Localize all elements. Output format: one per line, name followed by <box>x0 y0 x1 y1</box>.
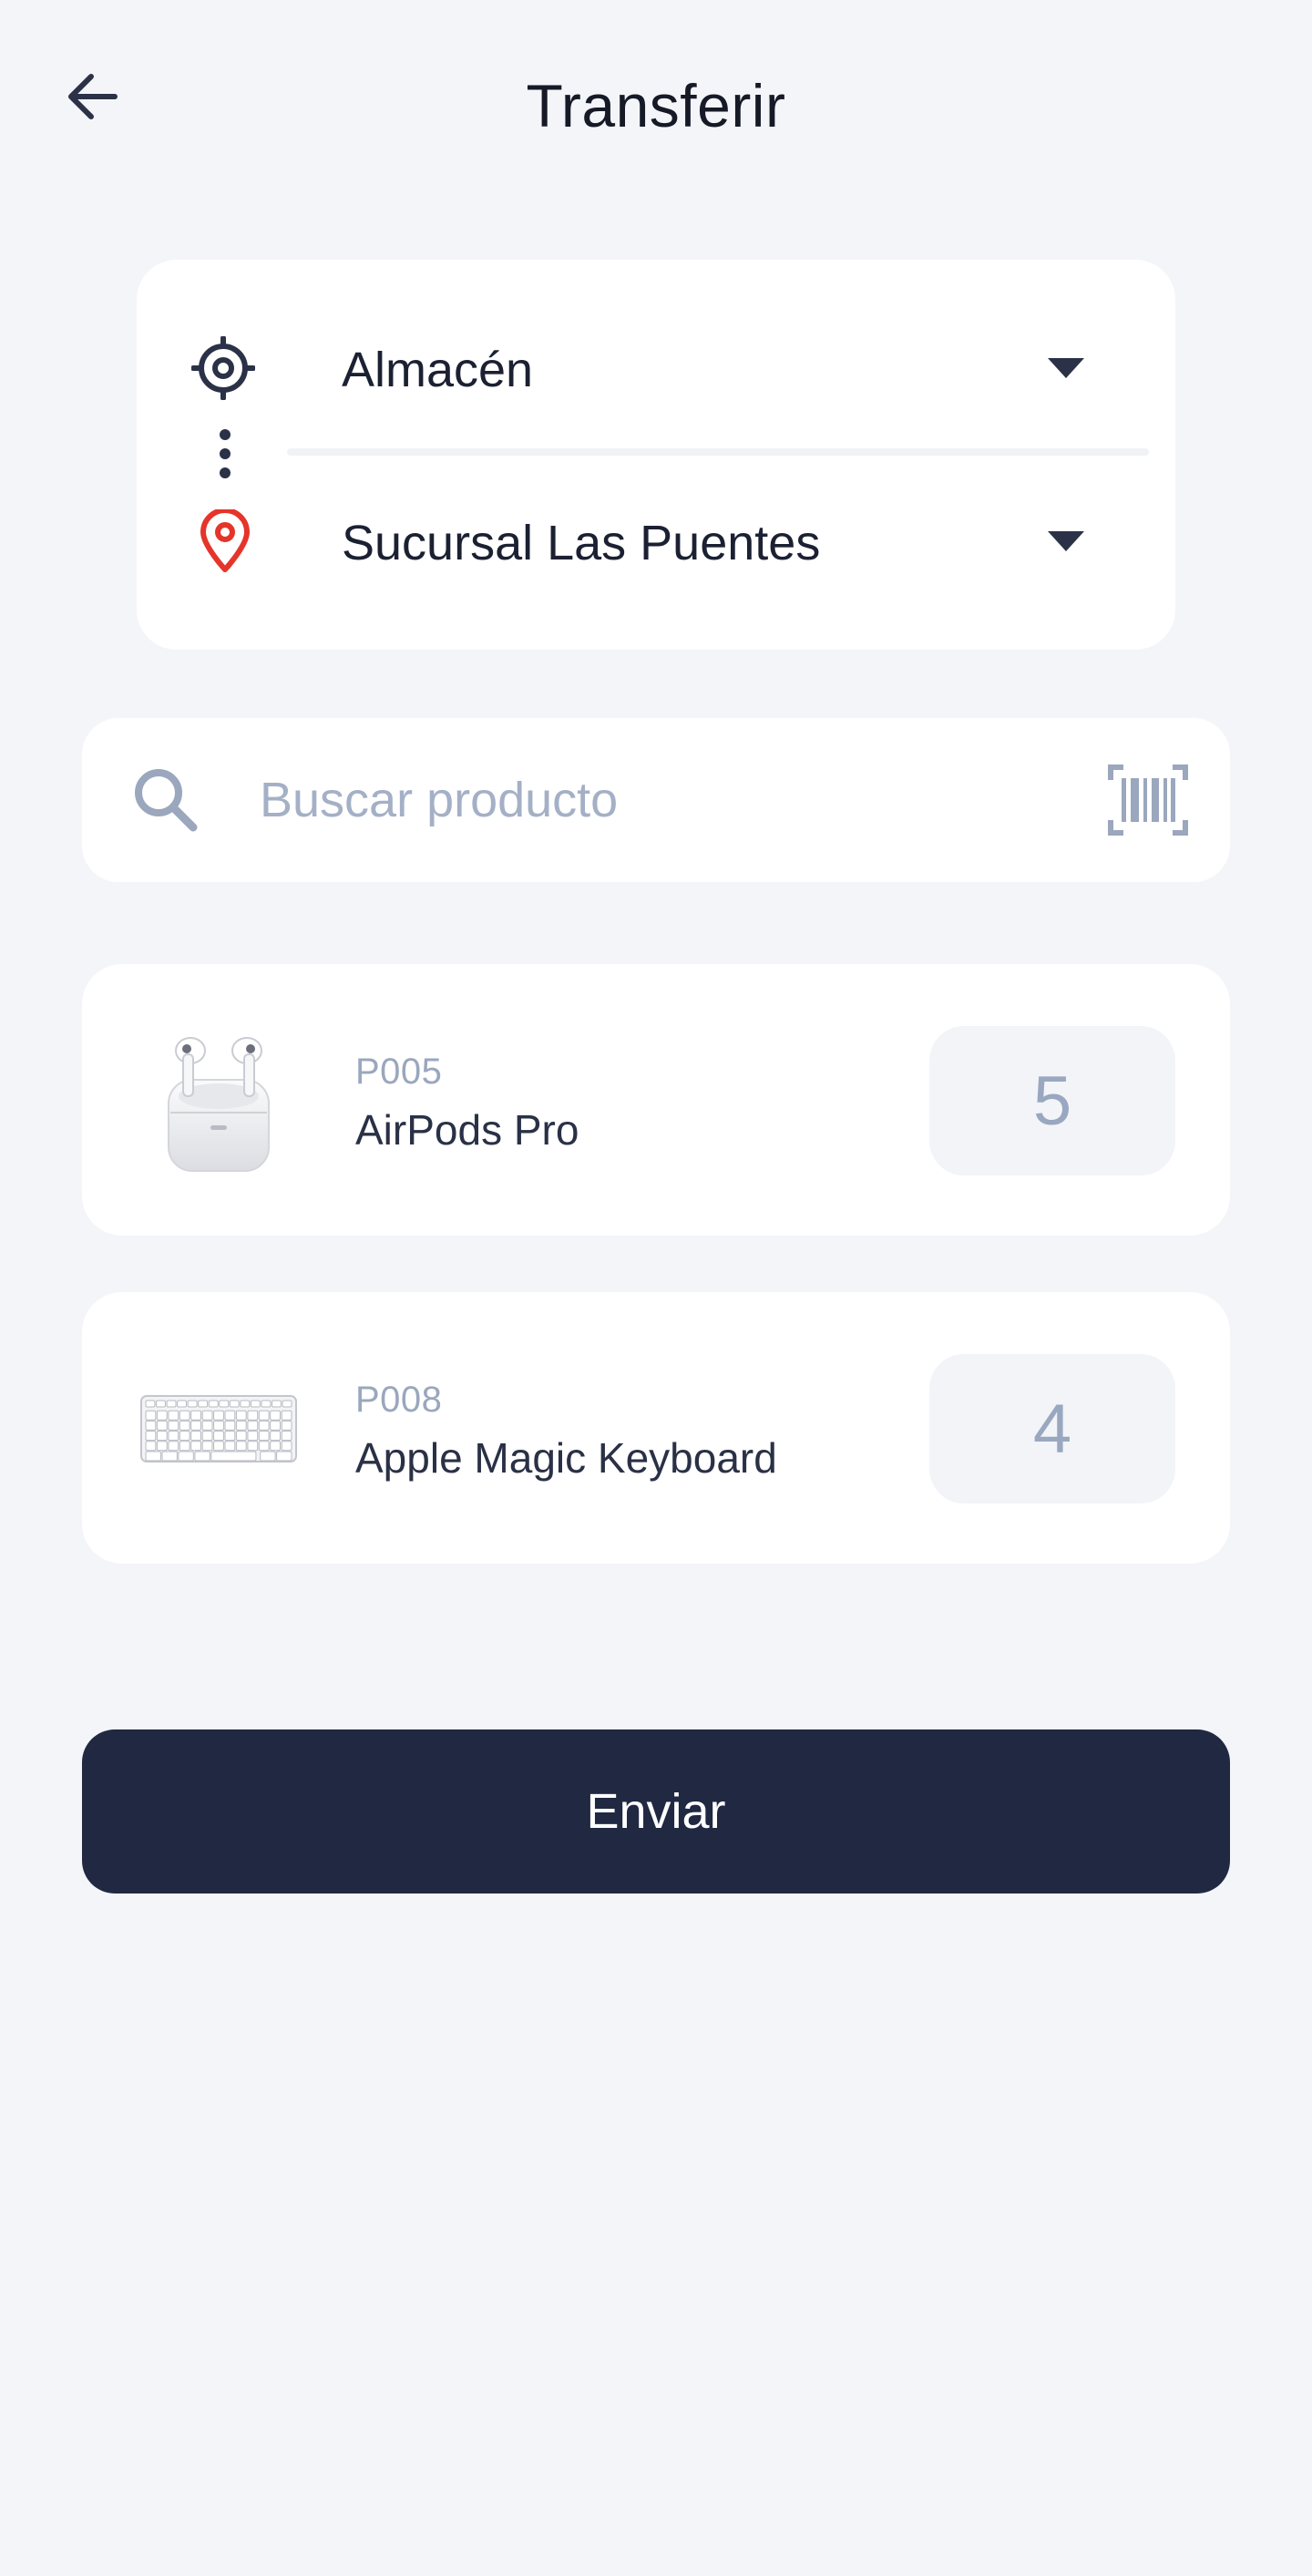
keyboard-key <box>190 1431 202 1442</box>
keyboard-key <box>270 1441 281 1452</box>
keyboard-key <box>201 1441 213 1452</box>
keyboard-key <box>166 1400 177 1408</box>
keyboard-key <box>201 1410 213 1421</box>
keyboard-key <box>156 1400 166 1408</box>
search-box <box>82 718 1230 882</box>
search-icon <box>135 769 198 832</box>
destination-selector[interactable]: Sucursal Las Puentes <box>137 473 1175 610</box>
keyboard-key <box>235 1441 247 1452</box>
keyboard-key <box>145 1420 157 1431</box>
keyboard-key <box>247 1410 259 1421</box>
keyboard-key <box>272 1400 282 1408</box>
keyboard-key <box>224 1410 236 1421</box>
keyboard-key <box>219 1400 230 1408</box>
product-code: P008 <box>355 1380 443 1420</box>
keyboard-key <box>235 1431 247 1442</box>
keyboard-key <box>156 1441 168 1452</box>
keyboard-key <box>247 1420 259 1431</box>
page-title: Transferir <box>526 72 786 139</box>
keyboard-key <box>190 1441 202 1452</box>
keyboard-key <box>224 1431 236 1442</box>
keyboard-key <box>250 1400 261 1408</box>
keyboard-key <box>229 1400 240 1408</box>
route-divider <box>287 448 1149 456</box>
keyboard-key <box>178 1451 194 1462</box>
location-pin-icon <box>193 509 257 573</box>
keyboard-key <box>145 1451 161 1462</box>
product-name: AirPods Pro <box>355 1106 579 1154</box>
keyboard-key <box>258 1431 270 1442</box>
keyboard-key <box>258 1420 270 1431</box>
keyboard-key <box>156 1410 168 1421</box>
keyboard-key <box>224 1420 236 1431</box>
keyboard-key <box>276 1451 292 1462</box>
keyboard-key <box>213 1431 224 1442</box>
keyboard-key <box>145 1410 157 1421</box>
airpods-pro-image <box>137 1019 301 1183</box>
keyboard-key <box>282 1400 292 1408</box>
keyboard-key <box>281 1431 292 1442</box>
keyboard-key <box>179 1431 190 1442</box>
keyboard-key <box>281 1410 292 1421</box>
keyboard-key <box>201 1431 213 1442</box>
keyboard-key <box>168 1420 179 1431</box>
keyboard-key <box>179 1410 190 1421</box>
keyboard-key <box>161 1451 178 1462</box>
keyboard-key <box>260 1451 276 1462</box>
keyboard-key <box>224 1441 236 1452</box>
keyboard-key <box>198 1400 209 1408</box>
destination-label: Sucursal Las Puentes <box>342 516 821 570</box>
keyboard-key <box>270 1410 281 1421</box>
keyboard-key <box>194 1451 210 1462</box>
keyboard-key <box>270 1420 281 1431</box>
keyboard-key <box>240 1400 251 1408</box>
keyboard-key <box>247 1441 259 1452</box>
barcode-scan-icon[interactable] <box>1107 764 1189 836</box>
keyboard-key <box>213 1441 224 1452</box>
keyboard-key <box>190 1420 202 1431</box>
keyboard-key <box>156 1431 168 1442</box>
keyboard-key <box>168 1431 179 1442</box>
keyboard-key <box>168 1410 179 1421</box>
keyboard-key <box>201 1420 213 1431</box>
product-code: P005 <box>355 1052 443 1092</box>
keyboard-key <box>156 1420 168 1431</box>
keyboard-key <box>213 1420 224 1431</box>
keyboard-key <box>145 1441 157 1452</box>
magic-keyboard-image <box>137 1347 301 1511</box>
keyboard-key <box>258 1441 270 1452</box>
keyboard-key <box>281 1441 292 1452</box>
keyboard-key <box>281 1420 292 1431</box>
keyboard-key <box>179 1441 190 1452</box>
quantity-field[interactable]: 4 <box>929 1354 1175 1504</box>
keyboard-key <box>210 1451 257 1462</box>
route-connector-dots <box>220 429 231 478</box>
keyboard-key <box>235 1420 247 1431</box>
search-input[interactable] <box>260 754 1080 846</box>
product-card[interactable]: P008 Apple Magic Keyboard 4 <box>82 1292 1230 1564</box>
keyboard-key <box>187 1400 198 1408</box>
keyboard-key <box>168 1441 179 1452</box>
caret-down-icon <box>1048 531 1084 551</box>
keyboard-key <box>261 1400 272 1408</box>
keyboard-key <box>145 1431 157 1442</box>
keyboard-key <box>258 1410 270 1421</box>
product-name: Apple Magic Keyboard <box>355 1434 777 1482</box>
keyboard-key <box>190 1410 202 1421</box>
keyboard-key <box>235 1410 247 1421</box>
product-card[interactable]: P005 AirPods Pro 5 <box>82 964 1230 1236</box>
keyboard-key <box>213 1410 224 1421</box>
keyboard-key <box>179 1420 190 1431</box>
origin-selector[interactable]: Almacén <box>137 300 1175 436</box>
caret-down-icon <box>1048 358 1084 378</box>
keyboard-key <box>145 1400 156 1408</box>
keyboard-key <box>247 1431 259 1442</box>
keyboard-key <box>270 1431 281 1442</box>
send-button[interactable]: Enviar <box>82 1729 1230 1894</box>
target-icon <box>191 336 255 400</box>
keyboard-key <box>208 1400 219 1408</box>
keyboard-key <box>177 1400 187 1408</box>
origin-label: Almacén <box>342 343 534 397</box>
quantity-field[interactable]: 5 <box>929 1026 1175 1175</box>
